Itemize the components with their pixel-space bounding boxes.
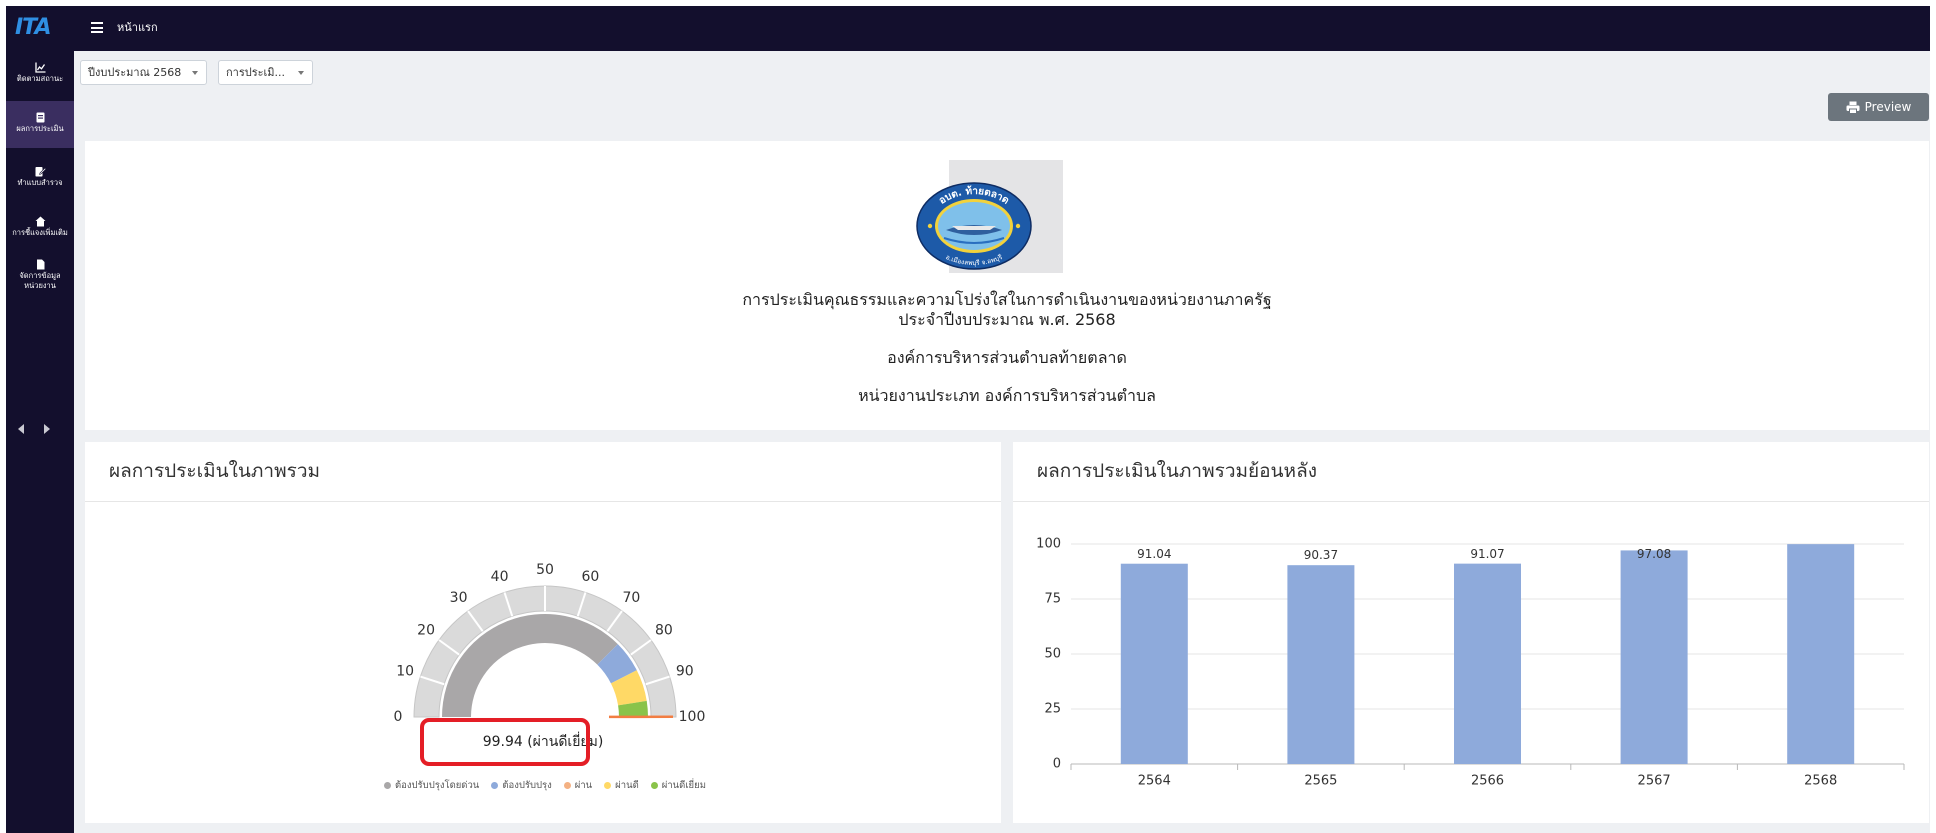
bar [1620,550,1688,764]
sidebar-item-label-line2: หน่วยงาน [24,281,56,290]
x-tick-label: 2565 [1304,774,1337,789]
sidebar-item-status[interactable]: ติดตามสถานะ [6,62,74,84]
overall-result-panel: 0 10 20 30 40 50 60 70 80 90 100 ผลการประเมินในภาพ… [85,442,1001,823]
y-tick-label: 50 [1044,647,1061,662]
fiscal-year-select-value: ปีงบประมาณ 2568 [88,66,182,79]
home-icon [35,216,45,227]
x-tick-label: 2568 [1804,774,1837,789]
legend-item[interactable]: ผ่านดี [604,778,639,793]
fiscal-year-select[interactable]: ปีงบประมาณ 2568 [80,60,207,85]
app-logo[interactable]: ITA [15,14,52,42]
bar-data-label: 91.07 [1470,547,1504,561]
legend-label: ต้องปรับปรุง [502,779,552,791]
chevron-right-icon[interactable] [44,424,50,434]
legend-item[interactable]: ต้องปรับปรุงโดยด่วน [384,778,479,793]
organization-type: หน่วยงานประเภท องค์การบริหารส่วนตำบล [858,386,1156,405]
assessment-select[interactable]: การประเมิ... [218,60,313,85]
sidebar-item-label: ทำแบบสำรวจ [17,178,63,187]
bar [1454,563,1521,764]
gauge-tick-label: 100 [679,709,706,725]
report-header-card: อบต. ท้ายตลาด อ.เมืองลพบุรี จ.ลพบุรี การ… [85,141,1929,430]
sidebar-item-results[interactable]: ผลการประเมิน [6,112,74,134]
gauge-tick-label: 90 [676,664,694,680]
chevron-down-icon [298,71,304,75]
gauge-tick-label: 40 [491,569,509,585]
assessment-select-value: การประเมิ... [226,66,286,79]
organization-name: องค์การบริหารส่วนตำบลท้ายตลาด [887,348,1127,367]
legend-item[interactable]: ต้องปรับปรุง [491,778,552,793]
gauge-tick-label: 50 [536,562,554,578]
history-bar-chart: 0 25 50 75 100 91.04 2564 90.37 2565 91.07 2566 97.… [1036,537,1905,789]
legend-label: ผ่านดี [615,779,639,791]
legend-item[interactable]: ผ่านดีเยี่ยม [650,778,706,793]
preview-button[interactable]: Preview [1828,93,1929,121]
hamburger-icon[interactable] [91,22,103,34]
printer-icon [1846,101,1860,114]
gauge-tick-label: 70 [622,590,640,606]
file-icon [36,259,44,270]
highlight-box [420,718,590,766]
sidebar: ติดตามสถานะ ผลการประเมิน ทำแบบสำรวจ การช… [6,51,74,833]
gauge-tick-label: 20 [417,623,435,639]
fiscal-year-heading: ประจำปีงบประมาณ พ.ศ. 2568 [898,310,1116,329]
legend-dot [563,781,571,789]
sidebar-item-label: ผลการประเมิน [16,124,64,133]
gauge-tick-label: 60 [582,569,600,585]
sidebar-item-label: จัดการข้อมูล [19,271,61,280]
bar-data-label: 97.08 [1637,547,1671,561]
sidebar-item-label: การชี้แจงเพิ่มเติม [12,228,68,237]
gauge-legend: ต้องปรับปรุงโดยด่วน ต้องปรับปรุง ผ่าน ผ่… [245,778,845,792]
report-title: การประเมินคุณธรรมและความโปร่งใสในการดำเน… [742,290,1272,309]
chart-icon [34,62,45,73]
bar [1120,563,1188,764]
x-tick-label: 2566 [1471,774,1504,789]
overall-result-title: ผลการประเมินในภาพรวม [109,460,321,482]
chevron-left-icon[interactable] [18,424,24,434]
page-title: หน้าแรก [117,21,158,34]
legend-label: ผ่าน [574,779,593,791]
preview-button-label: Preview [1864,100,1912,114]
app-window: ITA หน้าแรก ติดตามสถานะ ผลการประเมิน ทำแ… [6,6,1930,833]
bar-data-label: 90.37 [1304,548,1338,562]
panel-divider [1013,501,1929,502]
document-icon [36,112,44,123]
legend-item[interactable]: ผ่าน [563,778,593,793]
panel-divider [85,501,1001,502]
chevron-down-icon [192,71,198,75]
y-tick-label: 25 [1044,702,1061,717]
sidebar-item-label: ติดตามสถานะ [16,74,64,83]
legend-dot [384,781,392,789]
x-tick-label: 2567 [1638,774,1671,789]
sidebar-item-survey[interactable]: ทำแบบสำรวจ [6,166,74,188]
organization-seal: อบต. ท้ายตลาด อ.เมืองลพบุรี จ.ลพบุรี [916,182,1032,270]
legend-dot [650,781,658,789]
y-tick-label: 0 [1053,757,1061,772]
edit-icon [35,167,46,177]
gauge-tick-label: 80 [655,623,673,639]
legend-label: ต้องปรับปรุงโดยด่วน [395,779,480,791]
y-tick-label: 75 [1044,592,1061,607]
top-navbar: ITA หน้าแรก [6,6,1930,51]
bar [1287,565,1355,764]
sidebar-item-clarification[interactable]: การชี้แจงเพิ่มเติม [6,216,74,238]
bar-data-label: 91.04 [1137,547,1171,561]
y-tick-label: 100 [1036,537,1061,552]
legend-dot [491,781,499,789]
legend-label: ผ่านดีเยี่ยม [661,779,706,791]
history-result-panel: 0 25 50 75 100 91.04 2564 90.37 2565 91.07 2566 97.… [1013,442,1929,823]
history-result-title: ผลการประเมินในภาพรวมย้อนหลัง [1037,460,1317,482]
x-tick-label: 2564 [1138,774,1171,789]
gauge-tick-label: 30 [450,590,468,606]
gauge-tick-label: 10 [396,664,414,680]
gauge-tick-label: 0 [394,709,403,725]
legend-dot [604,781,612,789]
bar [1787,544,1855,764]
sidebar-item-org-data[interactable]: จัดการข้อมูล หน่วยงาน [6,259,74,291]
